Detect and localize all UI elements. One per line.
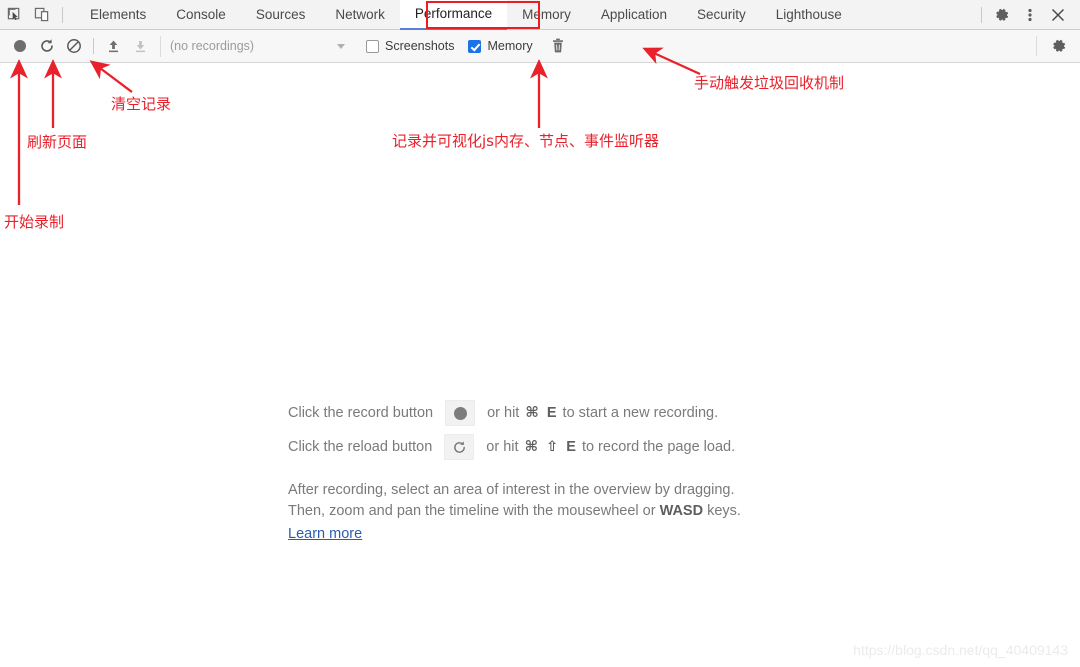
- recordings-select-value: (no recordings): [170, 39, 255, 53]
- save-profile-button[interactable]: [127, 33, 154, 60]
- tab-elements[interactable]: Elements: [75, 0, 161, 30]
- vertical-dots-icon[interactable]: [1016, 1, 1044, 29]
- tab-memory[interactable]: Memory: [507, 0, 586, 30]
- help-line-2: Then, zoom and pan the timeline with the…: [288, 501, 848, 522]
- record-button[interactable]: [6, 33, 33, 60]
- tab-label: Application: [600, 7, 667, 22]
- close-icon[interactable]: [1044, 1, 1072, 29]
- inspect-cursor-icon[interactable]: [0, 1, 28, 29]
- tab-label: Lighthouse: [775, 7, 842, 22]
- reload-instruction-mid: or hit: [486, 439, 519, 455]
- gear-icon[interactable]: [988, 1, 1016, 29]
- record-instruction-row: Click the record button or hit ⌘ E to st…: [288, 396, 848, 430]
- gear-icon[interactable]: [1045, 33, 1072, 60]
- chevron-down-icon: [337, 43, 345, 49]
- tabbar-divider: [62, 6, 63, 23]
- tab-label: Memory: [522, 7, 571, 22]
- landing-instructions: Click the record button or hit ⌘ E to st…: [288, 396, 848, 545]
- tabbar-right-divider: [981, 6, 982, 23]
- devtools-tabbar: Elements Console Sources Network Perform…: [0, 0, 1080, 30]
- tab-label: Network: [335, 7, 385, 22]
- record-circle-icon: [453, 406, 467, 420]
- panel-tabs: Elements Console Sources Network Perform…: [75, 0, 857, 30]
- inline-record-button[interactable]: [445, 400, 476, 426]
- tabbar-actions: [975, 1, 1080, 29]
- load-profile-button[interactable]: [100, 33, 127, 60]
- inline-reload-button[interactable]: [444, 434, 475, 460]
- device-toolbar-icon[interactable]: [28, 1, 56, 29]
- reload-arrow-icon: [453, 440, 465, 453]
- tab-sources[interactable]: Sources: [241, 0, 321, 30]
- performance-toolbar: (no recordings) Screenshots Memory: [0, 30, 1080, 63]
- memory-checkbox[interactable]: [468, 39, 482, 53]
- tab-performance[interactable]: Performance: [399, 0, 508, 30]
- watermark: https://blog.csdn.net/qq_40409143: [853, 642, 1068, 658]
- tab-network[interactable]: Network: [320, 0, 400, 30]
- memory-checkbox-row[interactable]: Memory: [468, 39, 533, 53]
- help-line-2-c: keys.: [707, 503, 741, 519]
- help-line-2-a: Then, zoom and pan the timeline with the…: [288, 503, 656, 519]
- screenshots-label: Screenshots: [385, 39, 455, 53]
- tab-lighthouse[interactable]: Lighthouse: [761, 0, 857, 30]
- tab-label: Performance: [414, 6, 493, 21]
- toolbar-settings-area: [1036, 36, 1080, 56]
- record-shortcut-key-cmd: ⌘: [525, 405, 539, 421]
- performance-landing-panel: Click the record button or hit ⌘ E to st…: [0, 64, 1080, 667]
- tab-application[interactable]: Application: [586, 0, 682, 30]
- reload-shortcut-key-cmd: ⌘: [524, 439, 539, 455]
- record-instruction-prefix: Click the record button: [288, 405, 434, 421]
- reload-shortcut-key-e: E: [566, 439, 576, 455]
- tab-label: Console: [176, 7, 226, 22]
- wasd-keys: WASD: [659, 503, 704, 519]
- screenshots-checkbox[interactable]: [366, 39, 379, 53]
- screenshots-checkbox-row[interactable]: Screenshots: [366, 39, 454, 53]
- reload-instruction-row: Click the reload button or hit ⌘ ⇧ E to …: [288, 430, 848, 464]
- tab-label: Security: [696, 7, 746, 22]
- tab-console[interactable]: Console: [161, 0, 241, 30]
- recordings-select[interactable]: (no recordings): [160, 35, 352, 57]
- reload-instruction-suffix: to record the page load.: [581, 439, 736, 455]
- devtools-window: Elements Console Sources Network Perform…: [0, 0, 1080, 667]
- reload-shortcut-key-shift: ⇧: [546, 439, 559, 455]
- help-line-1: After recording, select an area of inter…: [288, 482, 735, 498]
- tab-label: Sources: [255, 7, 306, 22]
- record-instruction-mid: or hit: [487, 405, 520, 421]
- overview-help-paragraph: After recording, select an area of inter…: [288, 480, 848, 545]
- collect-garbage-button[interactable]: [545, 33, 572, 60]
- toolbar-divider-1: [93, 38, 94, 54]
- record-instruction-suffix: to start a new recording.: [562, 405, 719, 421]
- record-shortcut-key-e: E: [546, 405, 557, 421]
- reload-button[interactable]: [33, 33, 60, 60]
- tab-label: Elements: [90, 7, 147, 22]
- memory-label: Memory: [487, 39, 533, 53]
- learn-more-link[interactable]: Learn more: [288, 526, 362, 542]
- clear-button[interactable]: [60, 33, 87, 60]
- reload-instruction-prefix: Click the reload button: [288, 439, 433, 455]
- tab-security[interactable]: Security: [682, 0, 761, 30]
